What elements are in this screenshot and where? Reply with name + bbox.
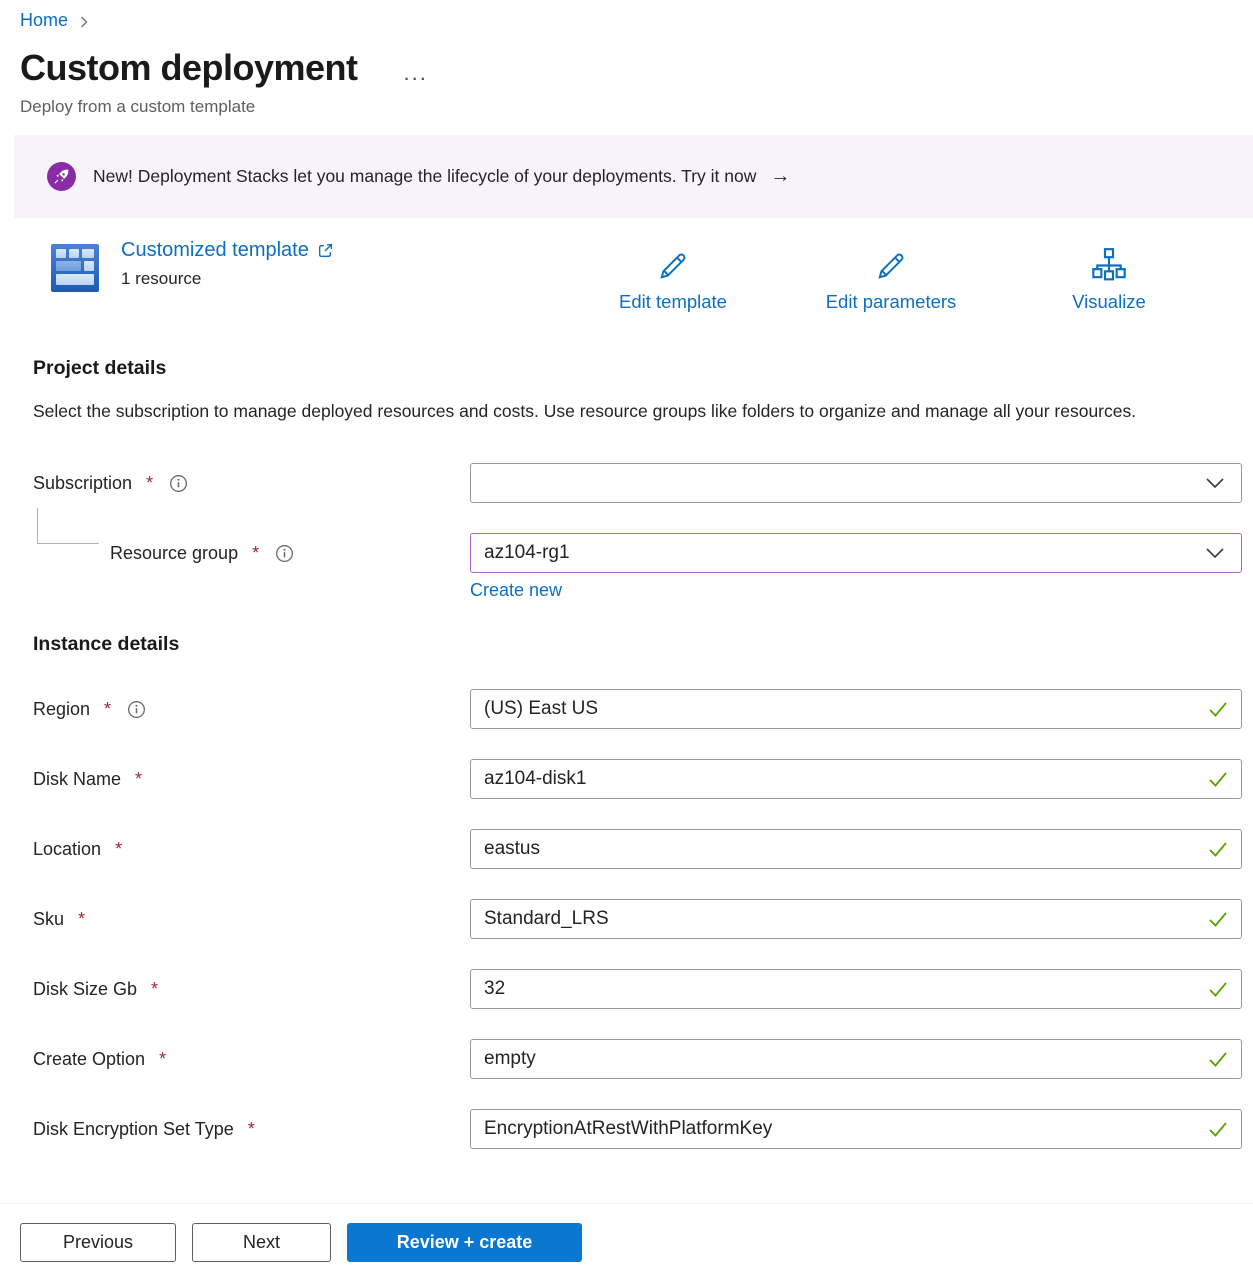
required-asterisk: * <box>252 543 259 564</box>
disk-encryption-set-type-field <box>470 1109 1242 1149</box>
required-asterisk: * <box>146 473 153 494</box>
info-icon[interactable] <box>127 700 146 719</box>
instance-details-heading: Instance details <box>33 633 1253 656</box>
sku-row: Sku* <box>0 899 1242 939</box>
disk-name-label: Disk Name* <box>33 769 470 790</box>
disk-name-input[interactable] <box>470 759 1242 799</box>
review-create-button[interactable]: Review + create <box>347 1223 582 1262</box>
region-label: Region* <box>33 699 470 720</box>
page-subtitle: Deploy from a custom template <box>20 97 1253 117</box>
subscription-row: Subscription* <box>0 463 1242 503</box>
external-link-icon[interactable] <box>317 242 334 259</box>
required-asterisk: * <box>151 979 158 1000</box>
create-option-input[interactable] <box>470 1039 1242 1079</box>
resource-group-label: Resource group* <box>33 543 470 564</box>
region-row: Region* <box>0 689 1242 729</box>
visualize-button[interactable]: Visualize <box>1000 239 1218 313</box>
template-row: Customized template 1 resource Edit temp… <box>20 239 1218 313</box>
sku-label: Sku* <box>33 909 470 930</box>
create-option-row: Create Option* <box>0 1039 1242 1079</box>
info-icon[interactable] <box>169 474 188 493</box>
disk-encryption-set-type-row: Disk Encryption Set Type* <box>0 1109 1242 1149</box>
required-asterisk: * <box>248 1119 255 1140</box>
subscription-field <box>470 463 1242 503</box>
subscription-dropdown[interactable] <box>470 463 1242 503</box>
location-input[interactable] <box>470 829 1242 869</box>
resource-group-field: Create new <box>470 533 1242 573</box>
create-option-label: Create Option* <box>33 1049 470 1070</box>
create-option-field <box>470 1039 1242 1079</box>
banner-text: New! Deployment Stacks let you manage th… <box>93 166 756 187</box>
footer-bar: Previous Next Review + create <box>0 1203 1253 1280</box>
subscription-label: Subscription* <box>33 473 470 494</box>
instance-fields: Region* Disk Name* <box>0 689 1253 1149</box>
next-button[interactable]: Next <box>192 1223 331 1262</box>
edit-parameters-button[interactable]: Edit parameters <box>782 239 1000 313</box>
visualize-label: Visualize <box>1072 291 1146 313</box>
disk-size-input[interactable] <box>470 969 1242 1009</box>
location-field <box>470 829 1242 869</box>
create-new-link[interactable]: Create new <box>470 580 562 601</box>
disk-name-row: Disk Name* <box>0 759 1242 799</box>
edit-template-button[interactable]: Edit template <box>564 239 782 313</box>
previous-button[interactable]: Previous <box>20 1223 176 1262</box>
custom-deployment-page: Home Custom deployment ... Deploy from a… <box>0 0 1253 1280</box>
edit-template-label: Edit template <box>619 291 727 313</box>
info-icon[interactable] <box>275 544 294 563</box>
project-details-description: Select the subscription to manage deploy… <box>33 396 1183 427</box>
sku-input[interactable] <box>470 899 1242 939</box>
header: Custom deployment ... <box>20 47 1253 89</box>
template-summary: Customized template 1 resource <box>20 239 564 313</box>
disk-encryption-set-type-input[interactable] <box>470 1109 1242 1149</box>
pencil-icon <box>655 239 691 285</box>
disk-size-row: Disk Size Gb* <box>0 969 1242 1009</box>
subscription-resource-group-connector <box>37 508 99 544</box>
try-it-now-link[interactable]: Try it now <box>681 166 756 186</box>
breadcrumb-home-link[interactable]: Home <box>20 10 68 31</box>
location-label: Location* <box>33 839 470 860</box>
project-fields: Subscription* Resource group* <box>0 463 1253 573</box>
more-options-icon[interactable]: ... <box>404 50 428 86</box>
required-asterisk: * <box>104 699 111 720</box>
required-asterisk: * <box>135 769 142 790</box>
required-asterisk: * <box>78 909 85 930</box>
disk-size-field <box>470 969 1242 1009</box>
sku-field <box>470 899 1242 939</box>
deployment-stacks-banner: New! Deployment Stacks let you manage th… <box>14 135 1253 218</box>
chevron-right-icon <box>78 15 90 29</box>
template-actions: Edit template Edit parameters Visualize <box>564 239 1218 313</box>
disk-name-field <box>470 759 1242 799</box>
page-title: Custom deployment <box>20 47 358 89</box>
required-asterisk: * <box>159 1049 166 1070</box>
location-row: Location* <box>0 829 1242 869</box>
edit-parameters-label: Edit parameters <box>826 291 957 313</box>
region-input[interactable] <box>470 689 1242 729</box>
pencil-icon <box>873 239 909 285</box>
customized-template-link[interactable]: Customized template <box>121 239 309 262</box>
rocket-icon <box>47 162 76 191</box>
required-asterisk: * <box>115 839 122 860</box>
region-field <box>470 689 1242 729</box>
main-content: Home Custom deployment ... Deploy from a… <box>0 0 1253 1203</box>
resource-group-row: Resource group* Create new <box>0 533 1242 573</box>
flowchart-icon <box>1089 239 1129 285</box>
disk-encryption-set-type-label: Disk Encryption Set Type* <box>33 1119 470 1140</box>
project-details-heading: Project details <box>33 357 1253 380</box>
breadcrumb: Home <box>0 0 1253 31</box>
arrow-right-icon[interactable]: → <box>770 165 790 188</box>
disk-size-label: Disk Size Gb* <box>33 979 470 1000</box>
resource-count: 1 resource <box>121 269 334 289</box>
template-icon <box>51 244 99 292</box>
resource-group-dropdown[interactable] <box>470 533 1242 573</box>
